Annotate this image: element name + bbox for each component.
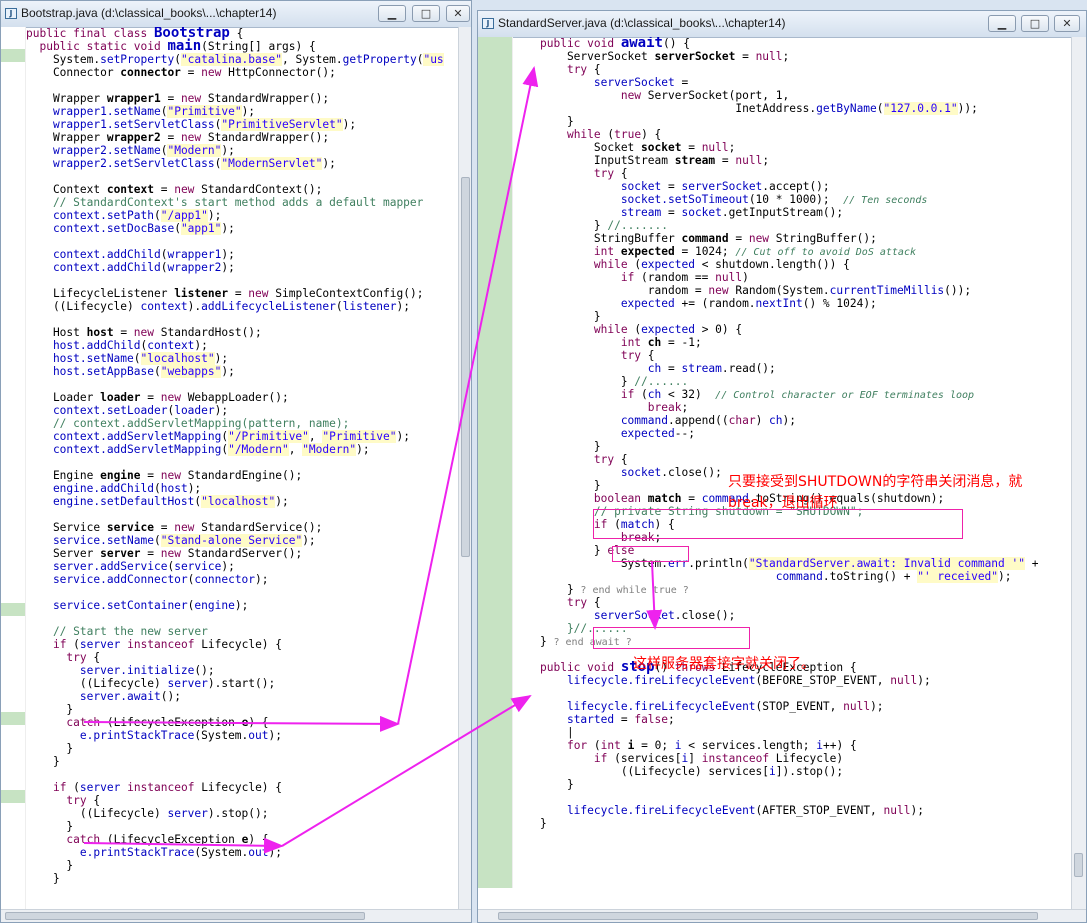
await-call-arrow (83, 715, 400, 732)
annotation-arrows (83, 66, 663, 854)
stop-call-arrow (83, 837, 284, 854)
stop-method-arrow (281, 694, 532, 847)
break-to-close-arrow (646, 561, 663, 630)
await-method-arrow (397, 66, 539, 725)
